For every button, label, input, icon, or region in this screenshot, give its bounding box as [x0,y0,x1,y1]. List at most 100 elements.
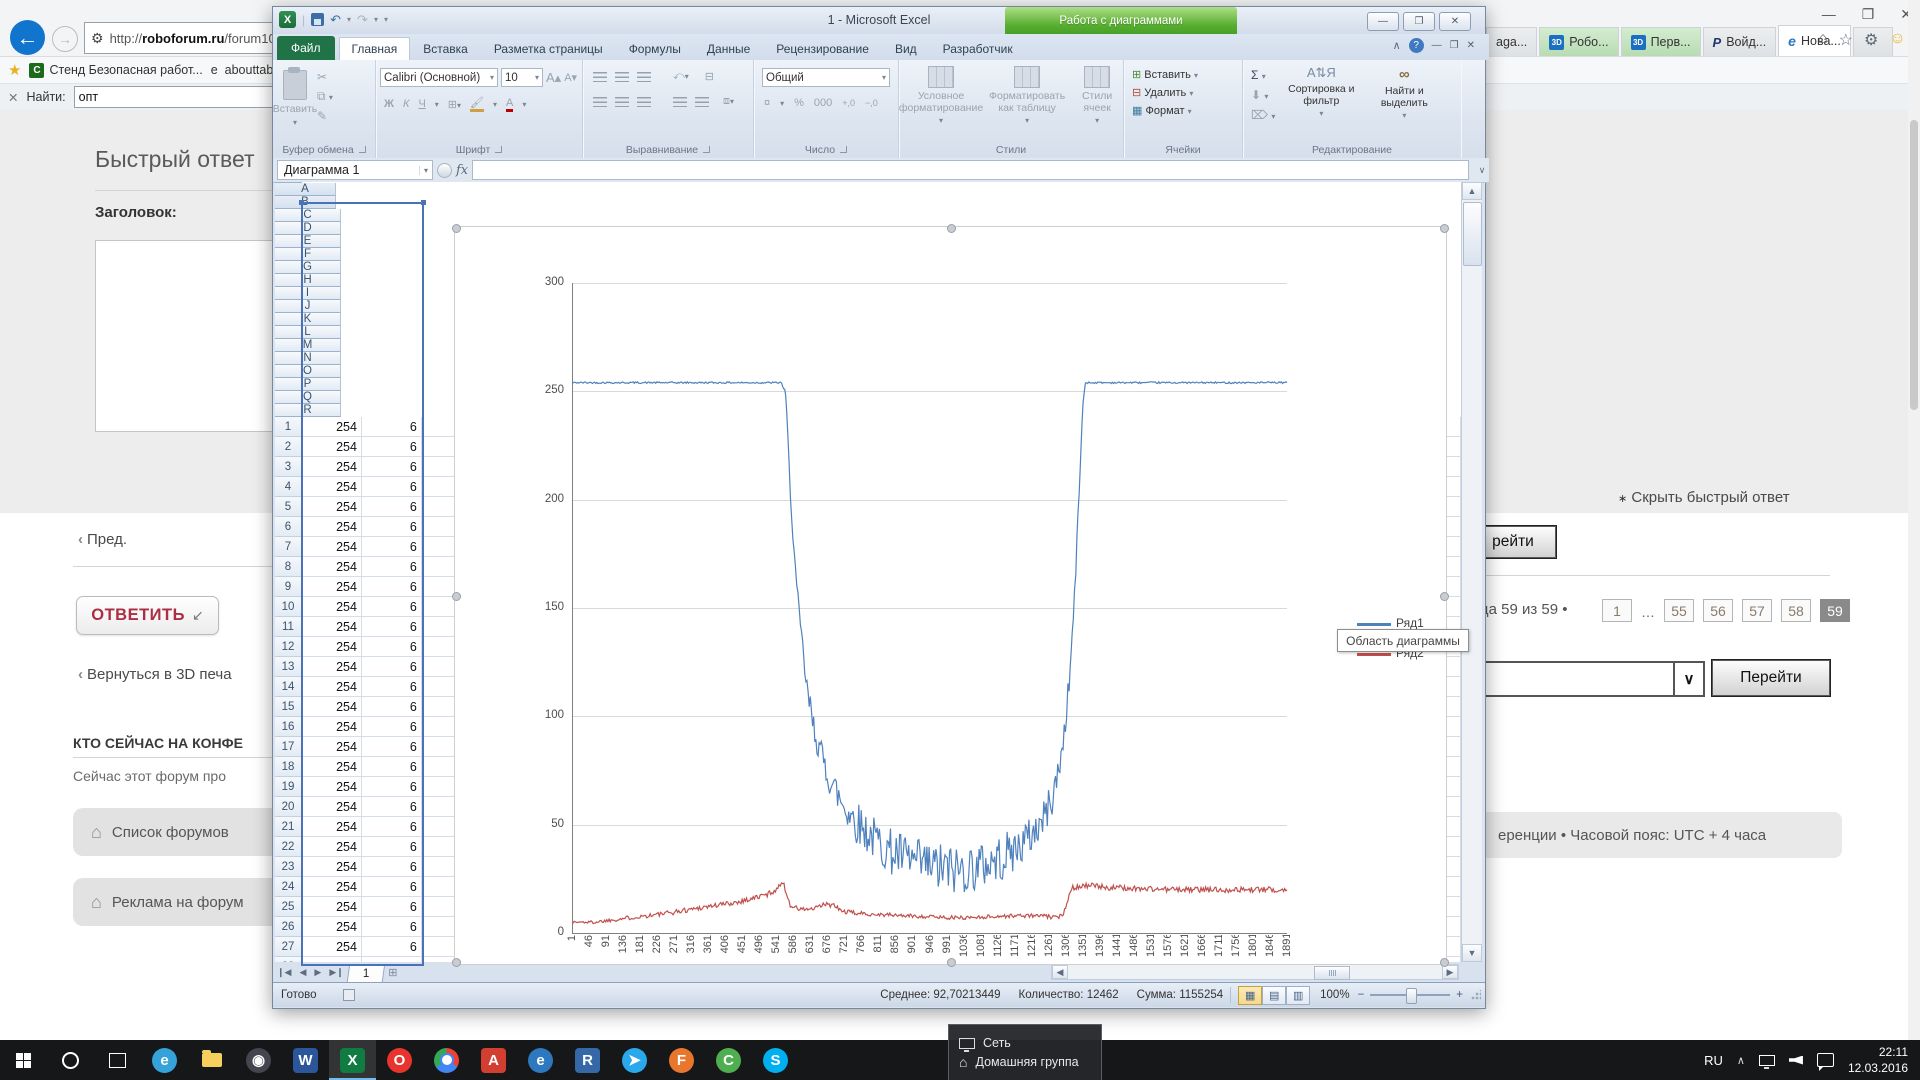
ribbon-tab-разработчик[interactable]: Разработчик [930,38,1026,60]
cell-B3[interactable]: 6 [362,457,422,477]
taskbar-icon-start[interactable] [0,1040,47,1080]
cell-B13[interactable]: 6 [362,657,422,677]
series-Ряд2[interactable] [572,883,1287,924]
dialog-launcher-icon[interactable] [359,146,366,153]
dialog-launcher-icon[interactable] [703,146,710,153]
ribbon-tab-формулы[interactable]: Формулы [616,38,694,60]
column-header-R[interactable]: R [275,404,341,417]
favorite-item[interactable]: e abouttab [211,56,274,84]
cell-A23[interactable]: 254 [302,857,362,877]
browser-minimize-button[interactable]: — [1822,6,1836,23]
font-color-icon[interactable]: А [506,97,513,112]
cell-B1[interactable]: 6 [362,417,422,437]
cell-A21[interactable]: 254 [302,817,362,837]
cell-B15[interactable]: 6 [362,697,422,717]
accounting-format-icon[interactable]: ¤ [764,97,770,109]
page-number[interactable]: 59 [1820,599,1850,622]
column-header-O[interactable]: O [275,365,341,378]
taskbar-icon-excel[interactable]: X [329,1040,376,1080]
fill-icon[interactable]: ⬇ ▾ [1251,88,1275,102]
last-sheet-icon[interactable]: ▶❙ [325,967,347,978]
row-header-9[interactable]: 9 [275,577,302,597]
collapse-ribbon-icon[interactable]: ∧ [1393,39,1401,52]
row-header-8[interactable]: 8 [275,557,302,577]
browser-scrollbar[interactable] [1908,0,1920,1080]
clear-icon[interactable]: ⌦ ▾ [1251,108,1275,122]
popup-item-homegroup[interactable]: ⌂ Домашняя группа [959,1054,1101,1070]
comma-style-icon[interactable]: 000 [814,97,832,109]
cell-A11[interactable]: 254 [302,617,362,637]
taskbar-icon-firefox[interactable]: F [658,1040,705,1080]
jump-select[interactable]: ∨ [1477,661,1705,697]
ribbon-tab-данные[interactable]: Данные [694,38,763,60]
feedback-smiley-icon[interactable]: ☺ [1889,30,1905,50]
taskbar-icon-telegram[interactable]: ➤ [611,1040,658,1080]
align-left-icon[interactable] [593,97,607,107]
ribbon-tab-вставка[interactable]: Вставка [410,38,481,60]
column-header-I[interactable]: I [275,287,341,300]
column-header-H[interactable]: H [275,274,341,287]
tray-chevron-icon[interactable]: ∧ [1737,1054,1745,1067]
browser-tab[interactable]: 3DПерв... [1621,27,1701,56]
return-link[interactable]: ‹Вернуться в 3D печа [78,666,232,683]
page-number[interactable]: 57 [1742,599,1772,622]
cell-A7[interactable]: 254 [302,537,362,557]
zoom-slider[interactable] [1370,994,1450,996]
cell-A20[interactable]: 254 [302,797,362,817]
taskbar-icon-explorer[interactable] [188,1040,235,1080]
font-name-combo[interactable]: Calibri (Основной)▾ [380,68,498,87]
cell-B19[interactable]: 6 [362,777,422,797]
column-header-K[interactable]: K [275,313,341,326]
cut-icon[interactable]: ✂ [317,70,333,84]
excel-minimize-button[interactable]: — [1367,12,1399,31]
clock[interactable]: 22:11 12.03.2016 [1848,1044,1908,1076]
row-header-6[interactable]: 6 [275,517,302,537]
row-header-4[interactable]: 4 [275,477,302,497]
column-header-A[interactable]: A [275,183,336,196]
page-layout-view-button[interactable]: ▤ [1262,986,1286,1005]
column-header-G[interactable]: G [275,261,341,274]
ribbon-tab-разметка страницы[interactable]: Разметка страницы [481,38,616,60]
cell-A12[interactable]: 254 [302,637,362,657]
cell-A3[interactable]: 254 [302,457,362,477]
decrease-indent-icon[interactable] [673,97,687,107]
cell-B11[interactable]: 6 [362,617,422,637]
percent-style-icon[interactable]: % [794,97,804,109]
next-sheet-icon[interactable]: ▶ [310,967,325,978]
row-header-20[interactable]: 20 [275,797,302,817]
cell-B26[interactable]: 6 [362,917,422,937]
align-center-icon[interactable] [615,97,629,107]
column-header-P[interactable]: P [275,378,341,391]
cell-B10[interactable]: 6 [362,597,422,617]
taskbar-icon-search[interactable] [47,1040,94,1080]
cell-A9[interactable]: 254 [302,577,362,597]
browser-tab[interactable]: 3DРобо... [1539,27,1618,56]
insert-function-icon[interactable]: fx [456,163,468,178]
zoom-in-icon[interactable]: + [1456,989,1463,1001]
qat-customize-dropdown[interactable]: ▾ [384,15,388,24]
row-header-16[interactable]: 16 [275,717,302,737]
row-header-21[interactable]: 21 [275,817,302,837]
scrollbar-thumb[interactable] [1910,120,1918,410]
excel-logo-icon[interactable]: X [279,11,296,28]
cell-B5[interactable]: 6 [362,497,422,517]
macro-record-icon[interactable] [343,989,355,1001]
language-indicator[interactable]: RU [1704,1053,1723,1068]
workbook-close-icon[interactable]: ✕ [1467,40,1475,51]
cell-B2[interactable]: 6 [362,437,422,457]
shrink-font-icon[interactable]: A▾ [564,71,577,84]
network-tray-icon[interactable] [1759,1055,1775,1066]
save-icon[interactable] [311,13,324,26]
row-header-18[interactable]: 18 [275,757,302,777]
cell-A15[interactable]: 254 [302,697,362,717]
scroll-up-icon[interactable]: ▲ [1462,182,1482,200]
cell-A22[interactable]: 254 [302,837,362,857]
settings-icon[interactable]: ⚙ [1864,30,1878,50]
formula-input[interactable] [472,160,1469,180]
cell-B8[interactable]: 6 [362,557,422,577]
taskbar-icon-acrobat[interactable]: A [470,1040,517,1080]
cell-B4[interactable]: 6 [362,477,422,497]
find-close-icon[interactable]: ✕ [8,90,18,105]
taskbar-icon-task-view[interactable] [94,1040,141,1080]
column-header-E[interactable]: E [275,235,341,248]
